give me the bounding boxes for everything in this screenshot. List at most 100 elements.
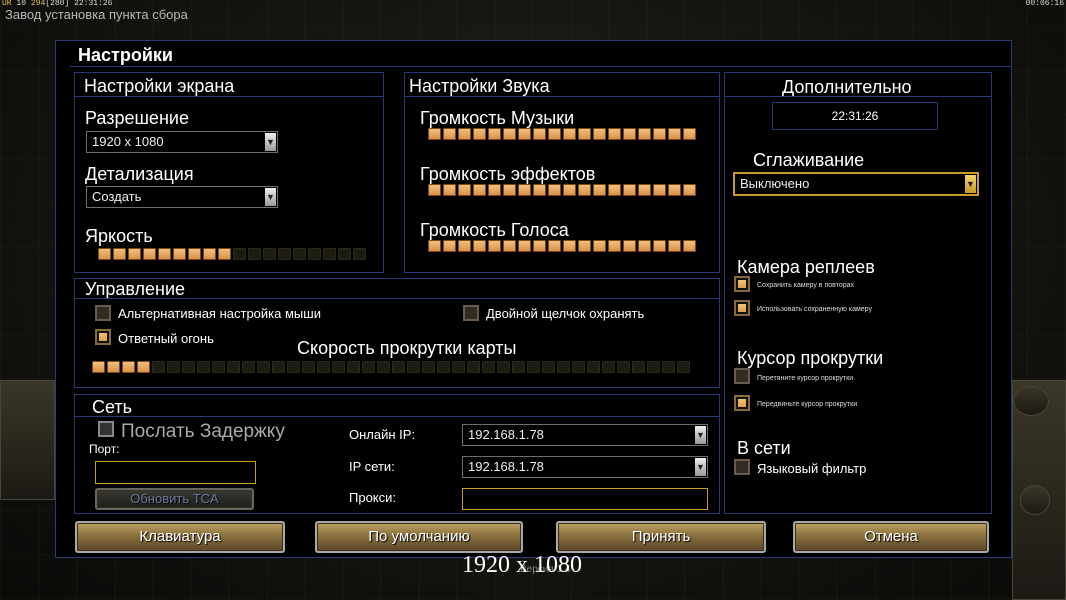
chevron-down-icon[interactable]: ▼ xyxy=(265,188,276,206)
detail-select[interactable]: Создать ▼ xyxy=(86,186,278,208)
slider-segment[interactable] xyxy=(293,248,306,260)
slider-segment[interactable] xyxy=(617,361,630,373)
slider-segment[interactable] xyxy=(152,361,165,373)
alt-mouse-checkbox[interactable] xyxy=(95,305,111,321)
effects-volume-slider[interactable] xyxy=(428,184,696,196)
slider-segment[interactable] xyxy=(173,248,186,260)
chevron-down-icon[interactable]: ▼ xyxy=(695,426,706,444)
slider-segment[interactable] xyxy=(338,248,351,260)
slider-segment[interactable] xyxy=(668,240,681,252)
slider-segment[interactable] xyxy=(683,240,696,252)
slider-segment[interactable] xyxy=(377,361,390,373)
slider-segment[interactable] xyxy=(533,184,546,196)
slider-segment[interactable] xyxy=(392,361,405,373)
return-fire-checkbox[interactable] xyxy=(95,329,111,345)
slider-segment[interactable] xyxy=(212,361,225,373)
slider-segment[interactable] xyxy=(623,240,636,252)
slider-segment[interactable] xyxy=(557,361,570,373)
cancel-button[interactable]: Отмена xyxy=(793,521,989,553)
slider-segment[interactable] xyxy=(608,240,621,252)
slider-segment[interactable] xyxy=(128,248,141,260)
slider-segment[interactable] xyxy=(503,128,516,140)
slider-segment[interactable] xyxy=(317,361,330,373)
slider-segment[interactable] xyxy=(488,240,501,252)
slider-segment[interactable] xyxy=(527,361,540,373)
slider-segment[interactable] xyxy=(113,248,126,260)
slider-segment[interactable] xyxy=(167,361,180,373)
slider-segment[interactable] xyxy=(518,184,531,196)
slider-segment[interactable] xyxy=(458,128,471,140)
slider-segment[interactable] xyxy=(563,128,576,140)
slider-segment[interactable] xyxy=(287,361,300,373)
slider-segment[interactable] xyxy=(653,240,666,252)
slider-segment[interactable] xyxy=(437,361,450,373)
slider-segment[interactable] xyxy=(548,240,561,252)
slider-segment[interactable] xyxy=(587,361,600,373)
slider-segment[interactable] xyxy=(422,361,435,373)
brightness-slider[interactable] xyxy=(98,248,366,260)
scroll-speed-slider[interactable] xyxy=(92,361,690,373)
chevron-down-icon[interactable]: ▼ xyxy=(265,133,276,151)
slider-segment[interactable] xyxy=(242,361,255,373)
slider-segment[interactable] xyxy=(272,361,285,373)
online-ip-select[interactable]: 192.168.1.78 ▼ xyxy=(462,424,708,446)
slider-segment[interactable] xyxy=(488,184,501,196)
chevron-down-icon[interactable]: ▼ xyxy=(695,458,706,476)
slider-segment[interactable] xyxy=(518,240,531,252)
slider-segment[interactable] xyxy=(683,128,696,140)
slider-segment[interactable] xyxy=(407,361,420,373)
slider-segment[interactable] xyxy=(572,361,585,373)
voice-volume-slider[interactable] xyxy=(428,240,696,252)
slider-segment[interactable] xyxy=(632,361,645,373)
slider-segment[interactable] xyxy=(428,128,441,140)
language-filter-checkbox[interactable] xyxy=(734,459,750,475)
slider-segment[interactable] xyxy=(503,184,516,196)
slider-segment[interactable] xyxy=(233,248,246,260)
slider-segment[interactable] xyxy=(473,184,486,196)
slider-segment[interactable] xyxy=(638,128,651,140)
slider-segment[interactable] xyxy=(578,128,591,140)
drag-cursor-checkbox[interactable] xyxy=(734,368,750,384)
slider-segment[interactable] xyxy=(98,248,111,260)
slider-segment[interactable] xyxy=(428,240,441,252)
slider-segment[interactable] xyxy=(503,240,516,252)
slider-segment[interactable] xyxy=(653,184,666,196)
slider-segment[interactable] xyxy=(443,240,456,252)
slider-segment[interactable] xyxy=(353,248,366,260)
slider-segment[interactable] xyxy=(608,184,621,196)
slider-segment[interactable] xyxy=(518,128,531,140)
slider-segment[interactable] xyxy=(668,184,681,196)
slider-segment[interactable] xyxy=(593,128,606,140)
slider-segment[interactable] xyxy=(107,361,120,373)
slider-segment[interactable] xyxy=(638,240,651,252)
port-input[interactable] xyxy=(95,461,256,484)
slider-segment[interactable] xyxy=(458,240,471,252)
slider-segment[interactable] xyxy=(683,184,696,196)
slider-segment[interactable] xyxy=(593,240,606,252)
slider-segment[interactable] xyxy=(452,361,465,373)
send-latency-checkbox[interactable] xyxy=(98,421,114,437)
slider-segment[interactable] xyxy=(347,361,360,373)
slider-segment[interactable] xyxy=(482,361,495,373)
slider-segment[interactable] xyxy=(578,240,591,252)
slider-segment[interactable] xyxy=(548,184,561,196)
slider-segment[interactable] xyxy=(542,361,555,373)
slider-segment[interactable] xyxy=(647,361,660,373)
proxy-input[interactable] xyxy=(462,488,708,510)
slider-segment[interactable] xyxy=(578,184,591,196)
slider-segment[interactable] xyxy=(593,184,606,196)
slider-segment[interactable] xyxy=(158,248,171,260)
slider-segment[interactable] xyxy=(533,240,546,252)
slider-segment[interactable] xyxy=(323,248,336,260)
slider-segment[interactable] xyxy=(653,128,666,140)
slider-segment[interactable] xyxy=(533,128,546,140)
slider-segment[interactable] xyxy=(332,361,345,373)
slider-segment[interactable] xyxy=(638,184,651,196)
resolution-select[interactable]: 1920 x 1080 ▼ xyxy=(86,131,278,153)
chevron-down-icon[interactable]: ▼ xyxy=(965,175,976,193)
move-cursor-checkbox[interactable] xyxy=(734,395,750,411)
slider-segment[interactable] xyxy=(488,128,501,140)
slider-segment[interactable] xyxy=(143,248,156,260)
slider-segment[interactable] xyxy=(458,184,471,196)
use-saved-camera-checkbox[interactable] xyxy=(734,300,750,316)
